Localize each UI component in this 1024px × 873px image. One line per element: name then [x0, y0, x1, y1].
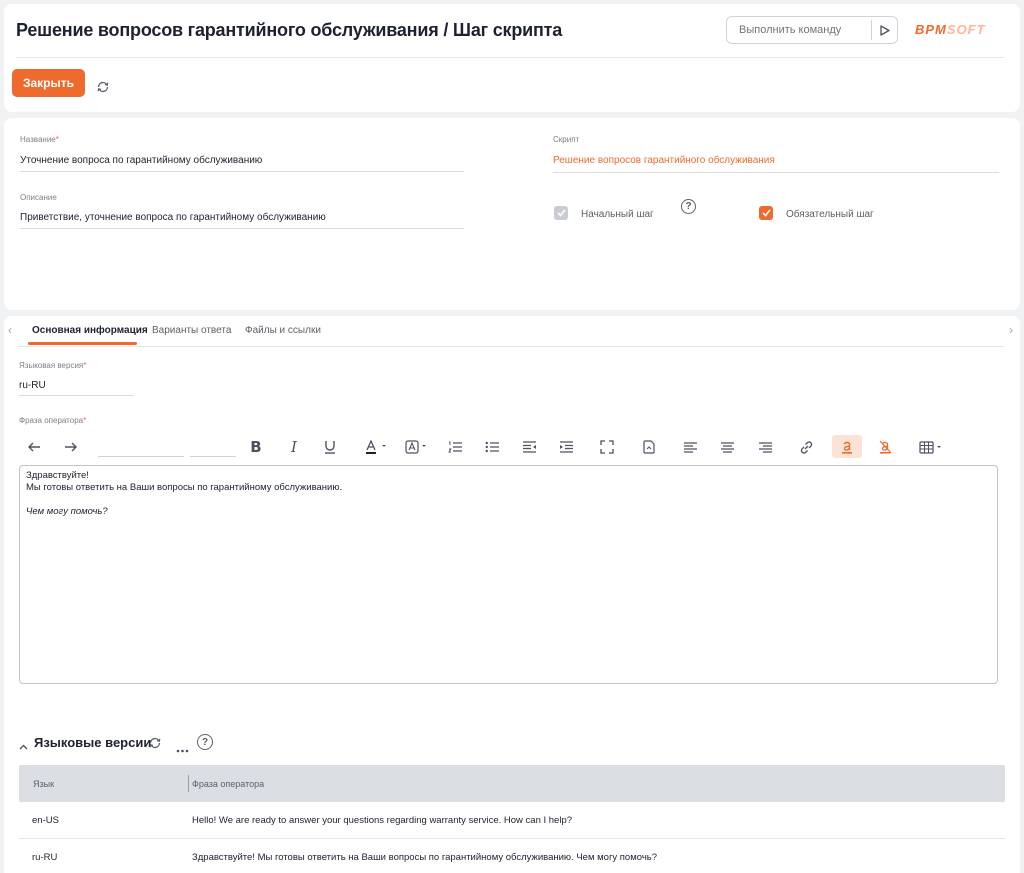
mandatory-step-label: Обязательный шаг	[786, 209, 874, 220]
required-marker: *	[83, 361, 87, 370]
outdent-icon[interactable]	[520, 437, 538, 457]
required-marker: *	[55, 135, 59, 144]
refresh-icon[interactable]	[96, 80, 110, 98]
name-label: Название*	[20, 135, 59, 144]
page-title: Решение вопросов гарантийного обслуживан…	[16, 20, 563, 40]
logo-soft: SOFT	[946, 22, 986, 37]
header-divider	[16, 57, 1004, 58]
description-underline	[20, 228, 464, 229]
editor-line-3: Чем могу помочь?	[26, 506, 108, 517]
phrase-label-text: Фраза оператора	[19, 416, 84, 425]
grid-header: Язык Фраза оператора	[19, 765, 1005, 802]
bold-icon[interactable]: B	[248, 437, 264, 457]
text-color-icon[interactable]	[832, 435, 862, 458]
phrase-label: Фраза оператора*	[19, 416, 86, 425]
name-underline	[20, 171, 464, 172]
table-row[interactable]: ru-RU Здравствуйте! Мы готовы ответить н…	[19, 839, 1005, 873]
script-label: Скрипт	[553, 135, 580, 144]
row-phrase: Hello! We are ready to answer your quest…	[192, 815, 573, 826]
language-underline	[19, 395, 134, 396]
run-command-button[interactable]	[871, 20, 897, 40]
name-field[interactable]: Уточнение вопроса по гарантийному обслуж…	[20, 155, 262, 166]
description-label: Описание	[20, 193, 57, 202]
align-left-icon[interactable]	[682, 437, 698, 457]
help-icon[interactable]: ?	[197, 734, 213, 750]
initial-step-label: Начальный шаг	[581, 209, 654, 220]
table-row[interactable]: en-US Hello! We are ready to answer your…	[19, 802, 1005, 839]
close-button[interactable]: Закрыть	[12, 69, 85, 97]
font-color-icon[interactable]	[364, 437, 390, 457]
redo-icon[interactable]	[61, 437, 81, 457]
indent-icon[interactable]	[557, 437, 575, 457]
check-icon	[556, 209, 566, 217]
tab-files-links[interactable]: Файлы и ссылки	[245, 325, 321, 336]
command-box[interactable]	[726, 16, 898, 44]
check-icon	[761, 209, 771, 217]
active-tab-indicator	[28, 342, 137, 345]
clear-format-icon[interactable]	[876, 437, 894, 457]
chevron-left-icon[interactable]: ‹	[8, 323, 12, 337]
bpmsoft-logo: ВРМSOFT	[915, 22, 986, 37]
language-label: Языковая версия*	[19, 361, 86, 370]
script-underline	[553, 172, 999, 173]
name-label-text: Название	[20, 135, 56, 144]
language-field[interactable]: ru-RU	[19, 380, 46, 391]
required-marker: *	[83, 416, 87, 425]
operator-phrase-editor[interactable]: Здравствуйте! Мы готовы ответить на Ваши…	[19, 465, 998, 684]
insert-file-icon[interactable]	[641, 437, 657, 457]
table-icon[interactable]	[918, 437, 946, 457]
language-label-text: Языковая версия	[19, 361, 84, 370]
tab-main-info[interactable]: Основная информация	[32, 325, 148, 336]
column-resizer[interactable]	[188, 775, 189, 792]
bulleted-list-icon[interactable]	[483, 437, 501, 457]
numbered-list-icon[interactable]	[446, 437, 464, 457]
play-icon	[879, 24, 890, 36]
row-language: en-US	[32, 815, 59, 826]
link-icon[interactable]	[797, 437, 815, 457]
description-field[interactable]: Приветствие, уточнение вопроса по гарант…	[20, 212, 326, 223]
language-versions-title: Языковые версии	[34, 735, 152, 750]
undo-icon[interactable]	[24, 437, 44, 457]
editor-line-1: Здравствуйте!	[26, 470, 89, 481]
help-icon[interactable]: ?	[681, 199, 696, 214]
logo-main: ВРМ	[915, 22, 947, 37]
script-link[interactable]: Решение вопросов гарантийного обслуживан…	[553, 155, 775, 166]
row-language: ru-RU	[32, 852, 58, 863]
mandatory-step-checkbox[interactable]	[759, 206, 773, 220]
underline-icon[interactable]	[322, 437, 338, 457]
refresh-icon[interactable]	[148, 736, 162, 754]
column-header-language[interactable]: Язык	[33, 779, 54, 789]
fullscreen-icon[interactable]	[598, 437, 616, 457]
column-header-phrase[interactable]: Фраза оператора	[192, 779, 264, 789]
editor-blank-line	[26, 494, 991, 506]
tabs-divider	[18, 346, 1004, 347]
font-family-select[interactable]	[98, 447, 184, 457]
font-size-select[interactable]	[190, 447, 236, 457]
italic-icon[interactable]: I	[286, 437, 302, 457]
tab-answer-options[interactable]: Варианты ответа	[152, 325, 231, 336]
row-phrase: Здравствуйте! Мы готовы ответить на Ваши…	[192, 852, 658, 863]
editor-line-2: Мы готовы ответить на Ваши вопросы по га…	[26, 482, 343, 493]
align-right-icon[interactable]	[757, 437, 773, 457]
chevron-right-icon[interactable]: ›	[1009, 323, 1013, 337]
initial-step-checkbox[interactable]	[554, 206, 568, 220]
align-center-icon[interactable]	[719, 437, 735, 457]
highlight-icon[interactable]	[404, 437, 430, 457]
command-input[interactable]	[727, 18, 867, 42]
more-options-icon[interactable]	[176, 740, 189, 758]
collapse-chevron-icon[interactable]	[19, 737, 28, 755]
